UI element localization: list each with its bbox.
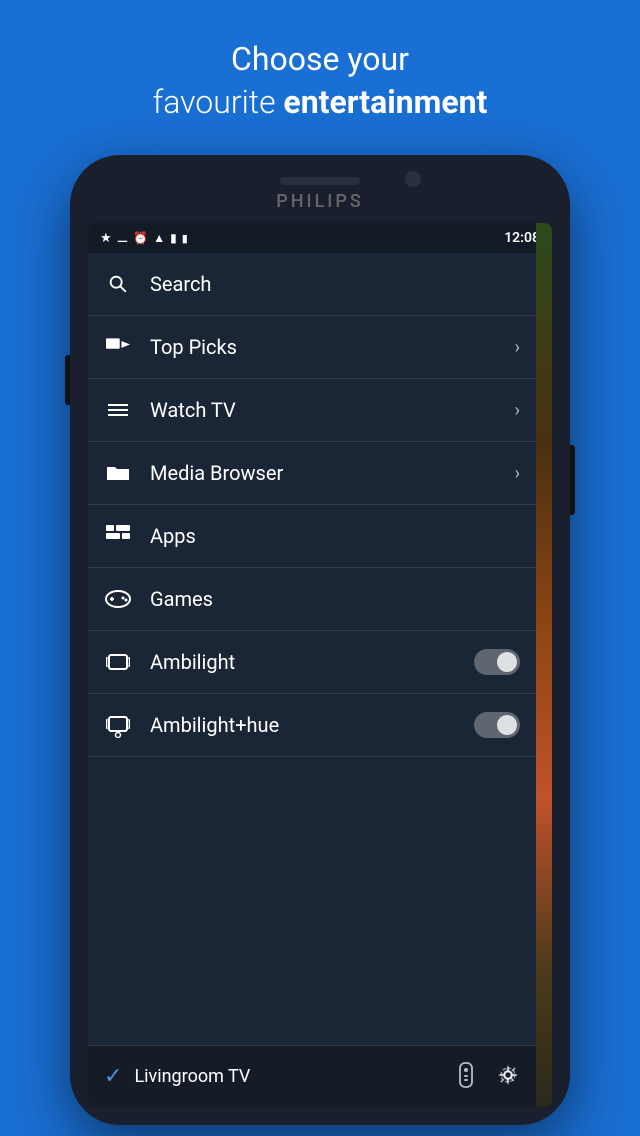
apps-label: Apps	[150, 524, 520, 548]
bluetooth-icon: ★	[100, 231, 112, 246]
header-line2-normal: favourite	[153, 83, 284, 121]
signal-icon: ▮	[170, 231, 177, 245]
media-browser-label: Media Browser	[150, 461, 515, 485]
ambilight-toggle[interactable]	[474, 649, 520, 675]
bottom-bar: ✓ Livingroom TV	[88, 1045, 536, 1107]
top-picks-chevron: ›	[515, 337, 520, 358]
phone-speaker	[280, 177, 360, 185]
header-line2: favourite entertainment	[60, 81, 580, 124]
wifi-icon: ▲	[153, 231, 165, 245]
games-label: Games	[150, 587, 520, 611]
menu-item-ambilight[interactable]: Ambilight	[88, 631, 536, 694]
tv-name: Livingroom TV	[134, 1066, 456, 1087]
check-icon: ✓	[104, 1064, 122, 1089]
minus-circle-icon: ⚊	[117, 231, 129, 246]
remote-icon[interactable]	[456, 1062, 476, 1092]
color-bar	[536, 223, 552, 1107]
phone-brand: PHILIPS	[276, 191, 364, 212]
ambilight-hue-icon	[104, 711, 132, 739]
star-icon	[104, 333, 132, 361]
menu-item-watch-tv[interactable]: Watch TV ›	[88, 379, 536, 442]
ambilight-label: Ambilight	[150, 650, 474, 674]
phone-body: PHILIPS ★ ⚊ ⏰ ▲ ▮ ▮ 12:08	[70, 155, 570, 1125]
ambilight-icon	[104, 648, 132, 676]
top-picks-label: Top Picks	[150, 335, 515, 359]
phone-camera	[405, 171, 421, 187]
status-left-icons: ★ ⚊ ⏰ ▲ ▮ ▮	[100, 231, 188, 246]
menu-item-apps[interactable]: Apps	[88, 505, 536, 568]
search-icon	[104, 270, 132, 298]
header-section: Choose your favourite entertainment	[0, 0, 640, 140]
watch-tv-chevron: ›	[515, 400, 520, 421]
side-button-right	[570, 445, 575, 515]
watch-tv-label: Watch TV	[150, 398, 515, 422]
bottom-icons-group	[456, 1062, 520, 1092]
folder-icon	[104, 459, 132, 487]
phone-wrapper: PHILIPS ★ ⚊ ⏰ ▲ ▮ ▮ 12:08	[70, 155, 570, 1135]
search-label: Search	[150, 272, 520, 296]
header-line2-bold: entertainment	[283, 83, 487, 121]
status-bar: ★ ⚊ ⏰ ▲ ▮ ▮ 12:08	[88, 223, 552, 253]
apps-icon	[104, 522, 132, 550]
battery-icon: ▮	[182, 232, 188, 245]
menu-list: Search Top Picks ›	[88, 253, 552, 757]
tv-icon	[104, 396, 132, 424]
header-line1: Choose your	[60, 38, 580, 81]
ambilight-hue-label: Ambilight+hue	[150, 713, 474, 737]
menu-item-media-browser[interactable]: Media Browser ›	[88, 442, 536, 505]
menu-item-games[interactable]: Games	[88, 568, 536, 631]
status-time: 12:08	[504, 230, 540, 246]
menu-item-search[interactable]: Search	[88, 253, 536, 316]
ambilight-hue-toggle[interactable]	[474, 712, 520, 738]
settings-icon[interactable]	[496, 1063, 520, 1091]
menu-item-ambilight-hue[interactable]: Ambilight+hue	[88, 694, 536, 757]
side-button-left	[65, 355, 70, 405]
menu-item-top-picks[interactable]: Top Picks ›	[88, 316, 536, 379]
gamepad-icon	[104, 585, 132, 613]
phone-screen: ★ ⚊ ⏰ ▲ ▮ ▮ 12:08 Search	[88, 223, 552, 1107]
clock-icon: ⏰	[133, 231, 148, 245]
media-browser-chevron: ›	[515, 463, 520, 484]
